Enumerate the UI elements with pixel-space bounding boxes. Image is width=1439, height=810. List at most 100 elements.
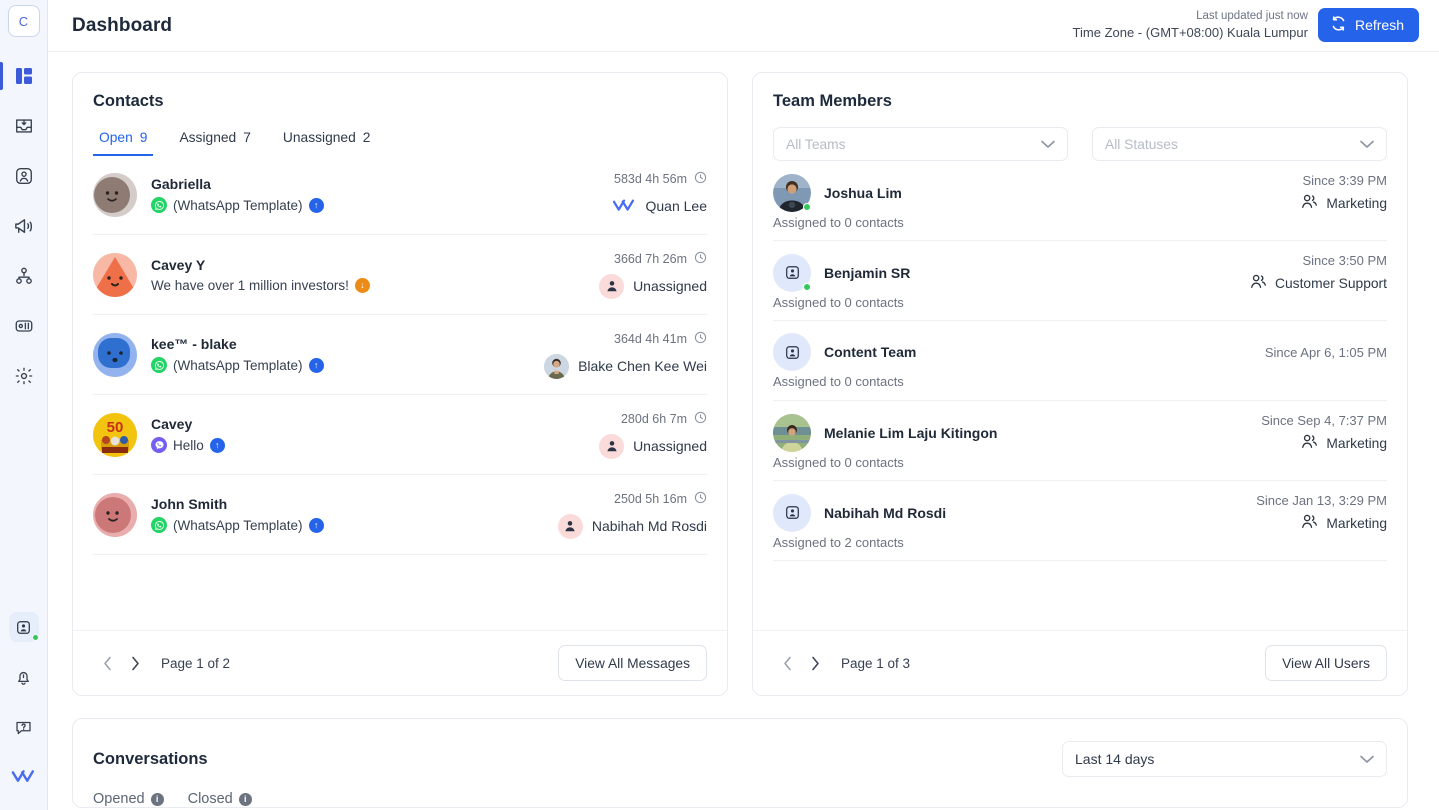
sitemap-icon: [9, 261, 39, 291]
sidebar-item-broadcasts[interactable]: [0, 201, 48, 251]
sidebar-item-profile[interactable]: [0, 602, 48, 652]
clock-icon: [694, 491, 707, 507]
avatar: [773, 254, 811, 292]
table-row[interactable]: John Smith (WhatsApp Template) ↑: [93, 475, 707, 555]
inbound-arrow-icon: ↓: [355, 278, 370, 293]
main-region: Dashboard Last updated just now Time Zon…: [48, 0, 1439, 810]
sidebar-item-notifications[interactable]: [0, 652, 48, 702]
tab-open[interactable]: Open 9: [93, 126, 153, 156]
contact-duration: 280d 6h 7m: [599, 411, 707, 427]
team-member-assigned: Assigned to 2 contacts: [773, 535, 1387, 550]
list-item[interactable]: Melanie Lim Laju Kitingon Since Sep 4, 7…: [773, 401, 1387, 481]
sidebar-item-app-logo[interactable]: [0, 752, 48, 802]
double-check-logo-icon: [612, 194, 637, 219]
avatar: 50: [93, 413, 137, 457]
next-page-button[interactable]: [801, 649, 829, 677]
team-member-assigned: Assigned to 0 contacts: [773, 295, 1387, 310]
tab-assigned-label: Assigned: [179, 130, 236, 145]
sidebar-item-help[interactable]: [0, 702, 48, 752]
sidebar-item-settings[interactable]: [0, 351, 48, 401]
clock-icon: [694, 331, 707, 347]
people-icon: [1301, 514, 1318, 532]
statuses-filter-value: All Statuses: [1105, 137, 1178, 152]
outbound-arrow-icon: ↑: [309, 518, 324, 533]
info-icon[interactable]: i: [151, 793, 164, 806]
sidebar-item-workflows[interactable]: [0, 251, 48, 301]
contact-name: kee™ - blake: [151, 336, 324, 352]
date-range-select[interactable]: Last 14 days: [1062, 741, 1387, 777]
sidebar-item-inbox[interactable]: [0, 101, 48, 151]
list-item[interactable]: Benjamin SR Since 3:50 PM Customer Suppo…: [773, 241, 1387, 321]
bell-icon: [9, 662, 39, 692]
unassigned-person-icon: [599, 274, 624, 299]
avatar: [544, 354, 569, 379]
tab-unassigned-label: Unassigned: [283, 130, 356, 145]
conversations-head: Conversations Last 14 days: [73, 719, 1407, 777]
prev-page-button[interactable]: [773, 649, 801, 677]
team-member-team-name: Marketing: [1326, 516, 1387, 531]
workspace-logo[interactable]: C: [8, 5, 40, 37]
team-member-team-name: Marketing: [1326, 436, 1387, 451]
team-member-team: Marketing: [1256, 514, 1387, 532]
avatar: [93, 493, 137, 537]
tab-assigned[interactable]: Assigned 7: [173, 126, 256, 156]
contact-assignee: Blake Chen Kee Wei: [544, 354, 707, 379]
table-row[interactable]: Gabriella (WhatsApp Template) ↑: [93, 155, 707, 235]
tab-opened[interactable]: Opened i: [93, 791, 164, 807]
team-member-team-name: Customer Support: [1275, 276, 1387, 291]
teams-filter-select[interactable]: All Teams: [773, 127, 1068, 161]
sidebar-nav-top: [0, 51, 48, 401]
sidebar-item-reports[interactable]: [0, 301, 48, 351]
avatar: [93, 253, 137, 297]
info-icon[interactable]: i: [239, 793, 252, 806]
team-row-meta: Since 3:39 PM Marketing: [1301, 173, 1387, 212]
view-all-users-button[interactable]: View All Users: [1265, 645, 1387, 681]
contact-info: kee™ - blake (WhatsApp Template) ↑: [151, 336, 324, 373]
contact-name: Cavey Y: [151, 257, 370, 273]
team-card-head: Team Members: [753, 73, 1407, 111]
avatar: [773, 174, 811, 212]
team-member-name: Nabihah Md Rosdi: [824, 505, 946, 521]
contact-message: We have over 1 million investors! ↓: [151, 278, 370, 293]
list-item[interactable]: Joshua Lim Since 3:39 PM Marketing: [773, 161, 1387, 241]
avatar: [93, 173, 137, 217]
sidebar-item-contacts[interactable]: [0, 151, 48, 201]
sidebar-item-dashboard[interactable]: [0, 51, 48, 101]
outbound-arrow-icon: ↑: [309, 198, 324, 213]
contact-meta: 583d 4h 56m Quan Lee: [602, 171, 708, 219]
gear-icon: [9, 361, 39, 391]
view-all-messages-button[interactable]: View All Messages: [558, 645, 707, 681]
tab-opened-label: Opened: [93, 791, 145, 807]
statuses-filter-select[interactable]: All Statuses: [1092, 127, 1387, 161]
contact-duration: 250d 5h 16m: [558, 491, 707, 507]
page-label: Page 1 of 3: [841, 656, 910, 671]
list-item[interactable]: Content Team Since Apr 6, 1:05 PM Assign…: [773, 321, 1387, 401]
team-row-top: Nabihah Md Rosdi Since Jan 13, 3:29 PM M…: [773, 493, 1387, 532]
table-row[interactable]: 50 Cavey Hello ↑: [93, 395, 707, 475]
avatar: [773, 414, 811, 452]
tab-unassigned[interactable]: Unassigned 2: [277, 126, 377, 156]
avatar: [93, 333, 137, 377]
table-row[interactable]: kee™ - blake (WhatsApp Template) ↑: [93, 315, 707, 395]
team-member-assigned: Assigned to 0 contacts: [773, 215, 1387, 230]
refresh-button[interactable]: Refresh: [1318, 8, 1419, 42]
team-member-name: Content Team: [824, 344, 916, 360]
contact-message-text: (WhatsApp Template): [173, 198, 303, 213]
topbar-right: Last updated just now Time Zone - (GMT+0…: [1073, 8, 1419, 44]
tab-closed[interactable]: Closed i: [188, 791, 252, 807]
team-member-since: Since Apr 6, 1:05 PM: [1265, 345, 1387, 360]
last-updated-text: Last updated just now: [1073, 8, 1308, 25]
team-member-since: Since Jan 13, 3:29 PM: [1256, 493, 1387, 508]
list-item[interactable]: Nabihah Md Rosdi Since Jan 13, 3:29 PM M…: [773, 481, 1387, 561]
contact-duration-text: 250d 5h 16m: [614, 492, 687, 506]
next-page-button[interactable]: [121, 649, 149, 677]
update-meta: Last updated just now Time Zone - (GMT+0…: [1073, 8, 1308, 44]
contact-message-text: Hello: [173, 438, 204, 453]
prev-page-button[interactable]: [93, 649, 121, 677]
contact-meta: 280d 6h 7m Unassigned: [589, 411, 707, 459]
table-row[interactable]: Cavey Y We have over 1 million investors…: [93, 235, 707, 315]
dashboard-content: Contacts Open 9 Assigned 7 Unassigned: [48, 52, 1439, 810]
avatar: [773, 333, 811, 371]
contact-duration-text: 364d 4h 41m: [614, 332, 687, 346]
team-row-top: Benjamin SR Since 3:50 PM Customer Suppo…: [773, 253, 1387, 292]
